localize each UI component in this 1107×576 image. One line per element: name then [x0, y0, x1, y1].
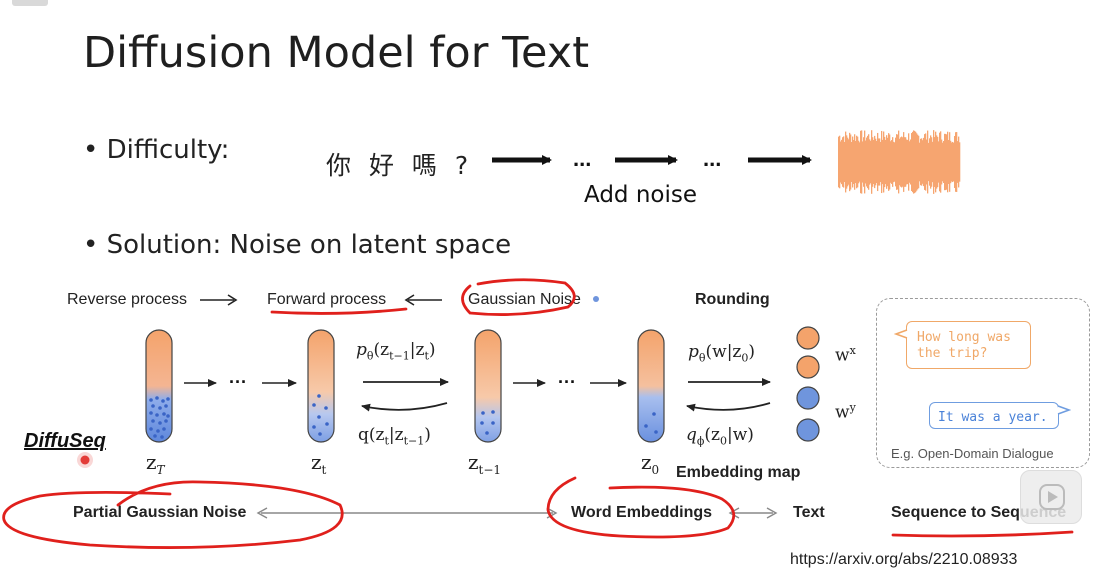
answer-bubble: It was a year.: [929, 402, 1059, 429]
corner-tab: [12, 0, 48, 6]
partial-gaussian-noise-label: Partial Gaussian Noise: [73, 504, 247, 521]
paper-url[interactable]: https://arxiv.org/abs/2210.08933: [790, 551, 1017, 569]
red-ink-annotations: [2, 278, 1074, 549]
dots-tubes-2: ···: [558, 372, 576, 392]
embedding-map-label: Embedding map: [676, 464, 801, 481]
p-w-label: pθ(w|z0): [688, 342, 756, 365]
chinese-sentence: 你 好 嗎 ?: [326, 151, 474, 180]
q-phi-arrow: [686, 402, 771, 412]
slide-title: Diffusion Model for Text: [83, 28, 590, 78]
dots-tubes-1: ···: [229, 372, 247, 392]
waveform-bar: [959, 142, 961, 182]
tube-z-T: [145, 329, 173, 443]
question-bubble: How long was the trip?: [906, 321, 1031, 369]
gaussian-noise-dot: [593, 296, 599, 302]
tube-z-0: [637, 329, 665, 443]
play-icon: [1039, 484, 1065, 510]
noise-embeddings-arrow: [256, 507, 558, 519]
forward-process-underline: [270, 307, 408, 315]
diffuseq-annotation: DiffuSeq: [24, 430, 106, 452]
dialogue-caption: E.g. Open-Domain Dialogue: [891, 446, 1054, 461]
dots-2: ...: [703, 146, 722, 171]
q-phi-label: qϕ(z0|w): [686, 425, 754, 448]
solution-bullet: • Solution: Noise on latent space: [83, 230, 512, 260]
difficulty-bullet: • Difficulty:: [83, 135, 230, 165]
tube-z-t: [307, 329, 335, 443]
answer-bubble-tail: [1057, 405, 1071, 415]
gaussian-noise-label: Gaussian Noise: [468, 291, 581, 308]
p-theta-label: pθ(zt−1|zt): [356, 340, 436, 363]
add-noise-label: Add noise: [584, 182, 698, 208]
rounding-label: Rounding: [695, 291, 770, 308]
word-embeddings-label: Word Embeddings: [571, 504, 713, 521]
q-label: q(zt|zt−1): [358, 425, 431, 448]
w-y-label: wy: [835, 401, 856, 423]
noise-waveform: [838, 130, 961, 194]
z-T-label: zT: [146, 450, 165, 477]
embedding-circle-1: [796, 326, 820, 350]
question-line-2: the trip?: [917, 346, 988, 361]
text-label: Text: [793, 504, 825, 521]
embedding-circle-2: [796, 355, 820, 379]
embeddings-text-arrow: [728, 507, 778, 519]
reverse-arrow: [200, 294, 238, 306]
z-0-label: z0: [641, 450, 660, 477]
answer-text: It was a year.: [938, 410, 1048, 425]
embedding-circle-3: [796, 386, 820, 410]
z-t-label: zt: [311, 450, 327, 477]
reverse-process-label: Reverse process: [67, 291, 188, 308]
w-x-label: wx: [835, 344, 856, 366]
question-bubble-tail: [894, 329, 908, 339]
tube-z-t-1: [474, 329, 502, 443]
dots-1: ...: [573, 146, 592, 171]
forward-process-label: Forward process: [267, 291, 387, 308]
red-cursor-dot: [80, 455, 90, 465]
q-arrow: [361, 402, 448, 412]
question-line-1: How long was: [917, 330, 1011, 345]
seq2seq-underline: [891, 530, 1074, 538]
z-t-1-label: zt−1: [468, 450, 502, 477]
noise-arrow-chain: [492, 155, 812, 165]
forward-arrow: [404, 294, 442, 306]
embedding-circle-4: [796, 418, 820, 442]
video-overlay-button[interactable]: [1020, 470, 1082, 524]
